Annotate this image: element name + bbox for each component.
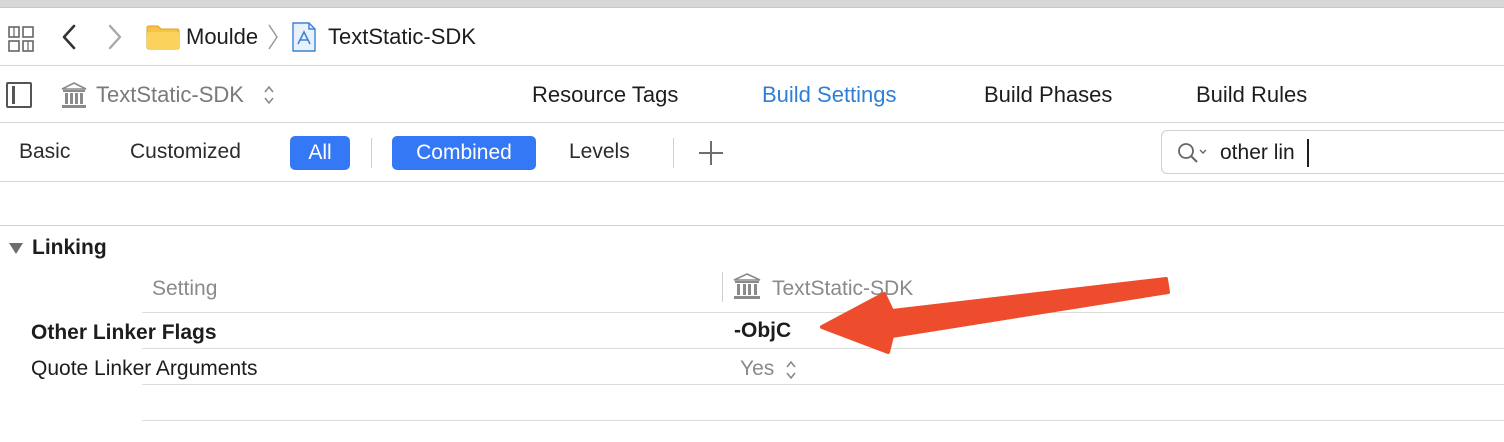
editor-tab-bar: TextStatic-SDK Resource Tags Build Setti… (0, 67, 1504, 123)
search-icon[interactable] (1176, 141, 1210, 165)
setting-quote-linker-arguments-value[interactable]: Yes (740, 357, 774, 381)
target-building-icon (733, 273, 761, 299)
row-divider (142, 348, 1504, 349)
setting-other-linker-flags-value[interactable]: -ObjC (734, 319, 791, 343)
column-header-setting: Setting (152, 277, 218, 300)
tab-resource-tags[interactable]: Resource Tags (532, 82, 678, 108)
row-divider (142, 420, 1504, 421)
row-divider (142, 312, 1504, 313)
breadcrumb-folder[interactable]: Moulde (186, 24, 258, 50)
filter-bar: Basic Customized All Combined Levels (0, 124, 1504, 182)
filter-customized[interactable]: Customized (130, 140, 241, 164)
column-header-target: TextStatic-SDK (772, 277, 914, 300)
folder-icon (146, 25, 180, 50)
filter-basic[interactable]: Basic (19, 140, 70, 164)
disclosure-triangle-icon[interactable] (8, 241, 24, 255)
target-selector-label[interactable]: TextStatic-SDK (96, 82, 244, 108)
filter-divider (371, 138, 372, 168)
setting-other-linker-flags-label[interactable]: Other Linker Flags (31, 321, 217, 345)
text-caret (1307, 139, 1309, 167)
chevron-right-icon[interactable] (104, 22, 126, 52)
column-separator (722, 272, 723, 302)
target-building-icon (61, 82, 87, 108)
chevron-updown-icon[interactable] (262, 81, 276, 109)
search-input[interactable] (1220, 137, 1500, 169)
sidebar-toggle-icon[interactable] (6, 82, 32, 108)
breadcrumb-separator-icon (268, 24, 278, 50)
breadcrumb-project[interactable]: TextStatic-SDK (328, 24, 476, 50)
filter-all[interactable]: All (290, 136, 350, 170)
filter-combined[interactable]: Combined (392, 136, 536, 170)
section-divider (0, 225, 1504, 226)
jump-bar: Moulde TextStatic-SDK (0, 8, 1504, 66)
xcode-project-icon (292, 22, 316, 52)
chevron-left-icon[interactable] (58, 22, 80, 52)
grid-icon[interactable] (8, 26, 34, 52)
tab-build-settings[interactable]: Build Settings (762, 82, 897, 108)
row-divider (142, 384, 1504, 385)
filter-divider (673, 138, 674, 168)
chevron-updown-icon[interactable] (784, 358, 798, 382)
add-setting-plus-icon[interactable] (698, 140, 724, 166)
setting-quote-linker-arguments-label[interactable]: Quote Linker Arguments (31, 357, 257, 381)
search-field[interactable] (1161, 130, 1504, 174)
tab-build-phases[interactable]: Build Phases (984, 82, 1112, 108)
tab-build-rules[interactable]: Build Rules (1196, 82, 1307, 108)
window-top-strip (0, 0, 1504, 8)
section-title: Linking (32, 236, 107, 259)
filter-levels[interactable]: Levels (569, 140, 630, 164)
